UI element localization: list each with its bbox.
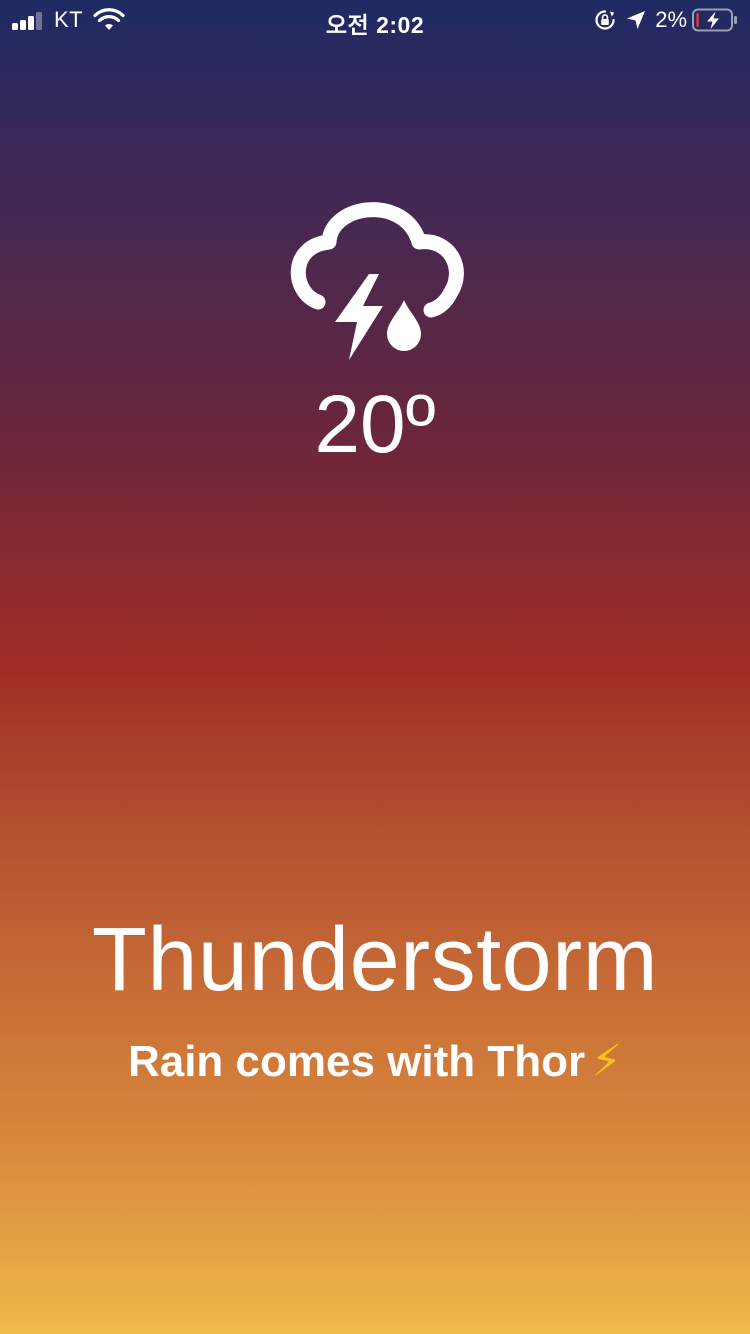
weather-subtitle-text: Rain comes with Thor	[127, 1037, 586, 1086]
thunderstorm-rain-icon	[290, 202, 464, 360]
status-bar: KT 오전 2:02 2%	[0, 0, 750, 40]
lightning-emoji: ⚡	[591, 1037, 623, 1086]
rotation-lock-icon	[595, 10, 615, 30]
battery-charging-icon	[692, 8, 737, 32]
temperature: 20º	[314, 379, 436, 470]
location-arrow-icon	[627, 11, 646, 29]
weather-condition: Thunderstorm	[91, 910, 659, 1010]
weather-subtitle: Rain comes with Thor ⚡	[0, 1040, 750, 1084]
status-bar-right: 2%	[594, 7, 738, 33]
battery-percent: 2%	[655, 7, 687, 32]
